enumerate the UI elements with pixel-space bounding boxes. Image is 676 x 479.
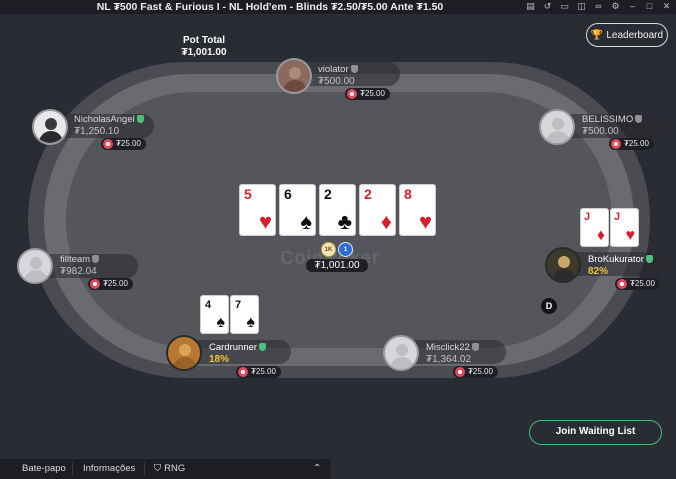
verified-shield-icon: [136, 115, 144, 123]
chevron-up-icon[interactable]: ⌃: [313, 459, 321, 479]
tab-info[interactable]: Informações: [83, 459, 135, 479]
player-stack-violator: ₮500.00: [318, 76, 355, 87]
player-name-nicholasangel: NicholasAngel: [74, 114, 144, 125]
folder-icon[interactable]: ▭: [559, 1, 570, 12]
player-equity-cardrunner: 18%: [209, 354, 230, 365]
shield-icon: [635, 115, 643, 123]
chip-icon: [347, 89, 357, 99]
avatar-violator[interactable]: [276, 58, 312, 94]
leaderboard-button[interactable]: 🏆 Leaderboard: [586, 23, 668, 47]
board-card-1: 5 ♥: [239, 184, 276, 236]
hole-card-brokukurator-2: J ♥: [610, 208, 639, 247]
player-name-fillteam: fillteam: [60, 254, 100, 265]
avatar-nicholasangel[interactable]: [32, 109, 68, 145]
tab-rng[interactable]: ⛉ RNG: [154, 459, 185, 479]
bet-fillteam: ₮25.00: [88, 278, 133, 290]
player-name-misclick22: Misclick22: [426, 342, 479, 353]
window-controls: ▤ ↺ ▭ ◫ ∞ ⚙ – □ ✕: [525, 1, 672, 13]
chip-icon: [611, 139, 621, 149]
verified-shield-icon: [645, 255, 653, 263]
shield-icon: [350, 65, 358, 73]
player-stack-fillteam: ₮982.04: [60, 266, 97, 277]
chip-1k-icon: 1K: [321, 242, 336, 257]
title-bar: NL ₮500 Fast & Furious I - NL Hold'em - …: [0, 0, 676, 14]
player-name-brokukurator: BroKukurator: [588, 254, 653, 265]
center-pot-amount: ₮1,001.00: [306, 259, 368, 272]
player-name-belissimo: BELISSIMO: [582, 114, 643, 125]
bet-nicholasangel: ₮25.00: [101, 138, 146, 150]
verified-shield-icon: [259, 343, 267, 351]
board-card-2: 6 ♠: [279, 184, 316, 236]
link-icon[interactable]: ∞: [593, 1, 604, 12]
hole-card-brokukurator-1: J ♦: [580, 208, 609, 247]
player-name-violator: violator: [318, 64, 358, 75]
notes-icon[interactable]: ▤: [525, 1, 536, 12]
avatar-belissimo[interactable]: [539, 109, 575, 145]
bet-brokukurator: ₮25.00: [615, 278, 660, 290]
player-name-cardrunner: Cardrunner: [209, 342, 267, 353]
chip-icon: [103, 139, 113, 149]
tab-divider: [144, 462, 145, 476]
window-title: NL ₮500 Fast & Furious I - NL Hold'em - …: [96, 1, 444, 13]
chip-icon: [238, 367, 248, 377]
hole-card-cardrunner-2: 7 ♠: [230, 295, 259, 334]
settings-icon[interactable]: ⚙: [610, 1, 621, 12]
tab-chat[interactable]: Bate-papo: [22, 459, 66, 479]
dealer-button: D: [541, 298, 557, 314]
board-card-5: 8 ♥: [399, 184, 436, 236]
bet-misclick22: ₮25.00: [453, 366, 498, 378]
history-icon[interactable]: ↺: [542, 1, 553, 12]
chip-icon: [90, 279, 100, 289]
player-stack-belissimo: ₮500.00: [582, 126, 619, 137]
minimize-icon[interactable]: –: [627, 1, 638, 12]
bet-violator: ₮25.00: [345, 88, 390, 100]
player-stack-misclick22: ₮1,364.02: [426, 354, 472, 365]
player-equity-brokukurator: 82%: [588, 266, 609, 277]
leaderboard-label: Leaderboard: [606, 29, 664, 41]
tab-divider: [72, 462, 73, 476]
bet-cardrunner: ₮25.00: [236, 366, 281, 378]
trophy-icon: 🏆: [590, 29, 604, 41]
hole-card-cardrunner-1: 4 ♠: [200, 295, 229, 334]
maximize-icon[interactable]: □: [644, 1, 655, 12]
board-card-3: 2 ♣: [319, 184, 356, 236]
join-waiting-list-button[interactable]: Join Waiting List: [529, 420, 662, 445]
player-stack-nicholasangel: ₮1,250.10: [74, 126, 120, 137]
chip-icon: [617, 279, 627, 289]
chip-icon: [455, 367, 465, 377]
chip-1-icon: 1: [338, 242, 353, 257]
board-card-4: 2 ♦: [359, 184, 396, 236]
avatar-brokukurator[interactable]: [545, 247, 581, 283]
pot-total-label: Pot Total: [182, 35, 226, 46]
window-icon[interactable]: ◫: [576, 1, 587, 12]
shield-icon: [92, 255, 100, 263]
close-icon[interactable]: ✕: [661, 1, 672, 12]
avatar-fillteam[interactable]: [17, 248, 53, 284]
shield-icon: ⛉: [154, 463, 162, 474]
shield-icon: [471, 343, 479, 351]
pot-total-amount: ₮1,001.00: [181, 47, 227, 58]
bet-belissimo: ₮25.00: [609, 138, 654, 150]
avatar-misclick22[interactable]: [383, 335, 419, 371]
avatar-cardrunner[interactable]: [166, 335, 202, 371]
pot-total: Pot Total ₮1,001.00: [168, 35, 240, 59]
